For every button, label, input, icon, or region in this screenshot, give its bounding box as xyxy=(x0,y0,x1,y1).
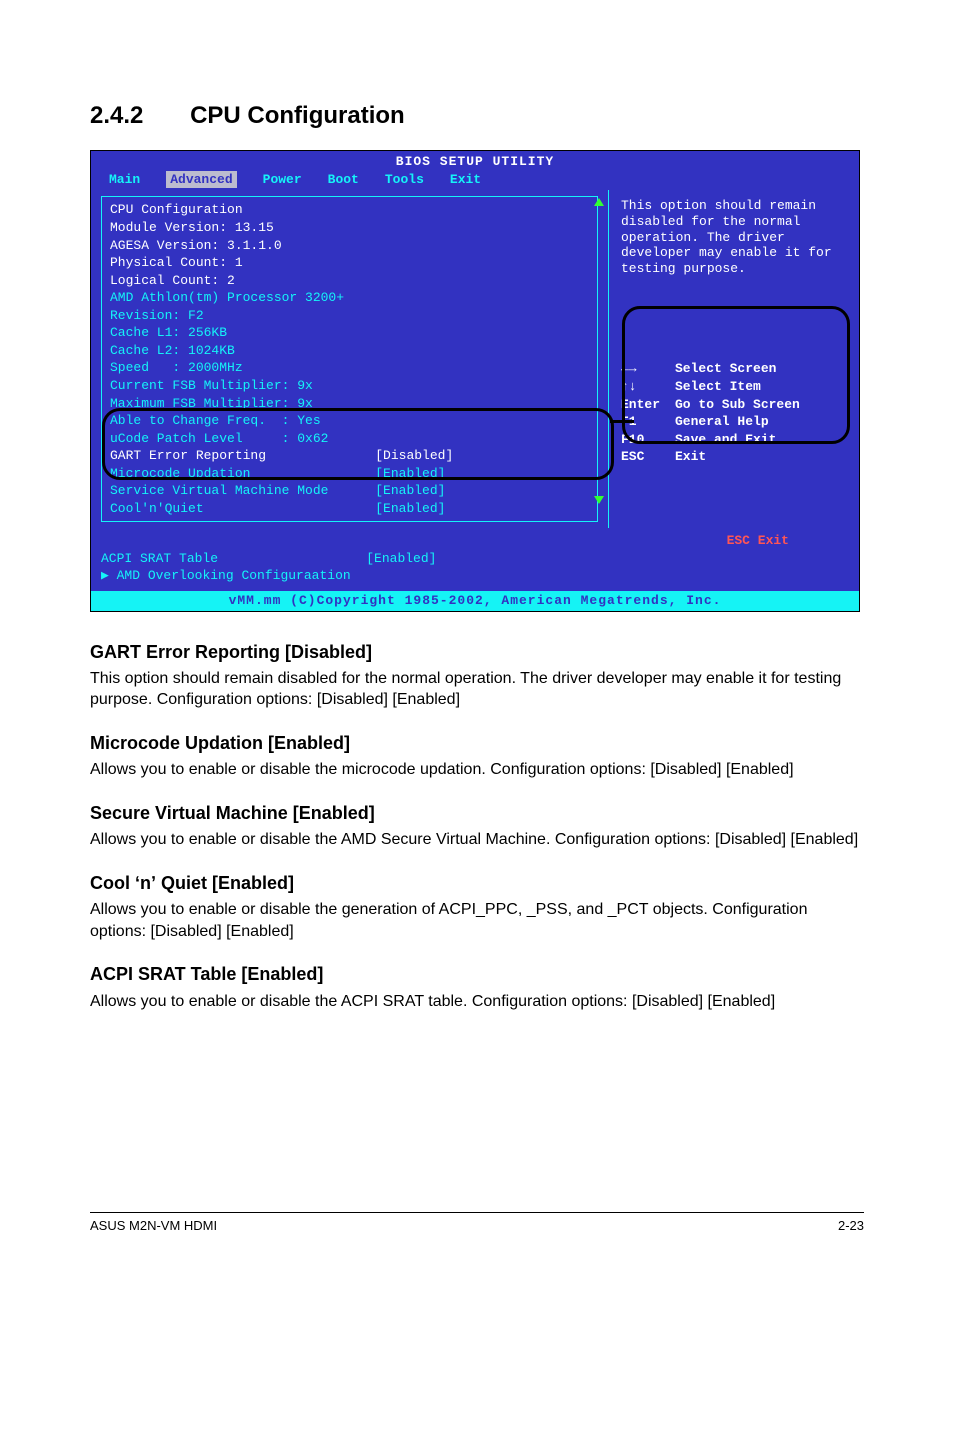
bios-scrollbar xyxy=(594,198,604,504)
subsection-body: Allows you to enable or disable the ACPI… xyxy=(90,991,864,1013)
bios-menu-bar: Main Advanced Power Boot Tools Exit xyxy=(91,171,859,191)
bios-info-line: Revision: F2 xyxy=(110,307,589,325)
bios-info-line: Current FSB Multiplier: 9x xyxy=(110,377,589,395)
bios-menu-item: Exit xyxy=(450,171,481,189)
bios-title: BIOS SETUP UTILITY xyxy=(91,151,859,171)
bios-menu-item: Advanced xyxy=(166,171,236,189)
page-footer: ASUS M2N-VM HDMI 2-23 xyxy=(90,1212,864,1235)
bios-menu-item: Power xyxy=(263,171,302,189)
subsection-body: Allows you to enable or disable the AMD … xyxy=(90,829,864,851)
subsection-body: Allows you to enable or disable the gene… xyxy=(90,899,864,942)
bios-setting-line: Service Virtual Machine Mode [Enabled] xyxy=(110,482,589,500)
bios-info-line: Module Version: 13.15 xyxy=(110,219,589,237)
bios-info-line: Cache L1: 256KB xyxy=(110,324,589,342)
bios-key-line: F10Save and Exit xyxy=(621,431,847,449)
subsection-heading: ACPI SRAT Table [Enabled] xyxy=(90,962,864,986)
bios-setting-line: Microcode Updation [Enabled] xyxy=(110,465,589,483)
bios-key-line: ←→Select Screen xyxy=(621,360,847,378)
bios-extra-key: ESC Exit xyxy=(101,532,849,550)
bios-info-line: Physical Count: 1 xyxy=(110,254,589,272)
subsection-body: This option should remain disabled for t… xyxy=(90,668,864,711)
subsection-body: Allows you to enable or disable the micr… xyxy=(90,759,864,781)
scroll-down-icon xyxy=(594,496,604,504)
bios-key-line: ↑↓Select Item xyxy=(621,378,847,396)
subsection-heading: Secure Virtual Machine [Enabled] xyxy=(90,801,864,825)
subsection-heading: Cool ʻnʼ Quiet [Enabled] xyxy=(90,871,864,895)
bios-menu-item: Tools xyxy=(385,171,424,189)
bios-info-line: Cache L2: 1024KB xyxy=(110,342,589,360)
subsection-heading: Microcode Updation [Enabled] xyxy=(90,731,864,755)
bios-info-line: Logical Count: 2 xyxy=(110,272,589,290)
bios-info-line: AGESA Version: 3.1.1.0 xyxy=(110,237,589,255)
scroll-up-icon xyxy=(594,198,604,206)
bios-copyright: vMM.mm (C)Copyright 1985-2002, American … xyxy=(91,591,859,611)
bios-info-line: Speed : 2000MHz xyxy=(110,359,589,377)
bios-menu-item: Boot xyxy=(328,171,359,189)
bios-key-line: F1General Help xyxy=(621,413,847,431)
bios-extra-pane: ESC Exit ACPI SRAT Table [Enabled]▶ AMD … xyxy=(91,528,859,591)
bios-screenshot: BIOS SETUP UTILITY Main Advanced Power Boot… xyxy=(90,150,860,611)
bios-setting-line: GART Error Reporting [Disabled] xyxy=(110,447,589,465)
section-number: 2.4.2 xyxy=(90,100,143,132)
subsection-heading: GART Error Reporting [Disabled] xyxy=(90,640,864,664)
bios-info-line: CPU Configuration xyxy=(110,201,589,219)
section-heading: 2.4.2 CPU Configuration xyxy=(90,100,864,132)
footer-left: ASUS M2N-VM HDMI xyxy=(90,1217,217,1235)
bios-info-line: uCode Patch Level : 0x62 xyxy=(110,430,589,448)
bios-help-pane: This option should remain disabled for t… xyxy=(609,190,859,528)
bios-key-line: EnterGo to Sub Screen xyxy=(621,396,847,414)
section-title-text: CPU Configuration xyxy=(190,102,405,129)
callout-connector xyxy=(610,420,634,423)
footer-right: 2-23 xyxy=(838,1217,864,1235)
bios-help-text: This option should remain disabled for t… xyxy=(621,198,847,276)
bios-left-pane: CPU ConfigurationModule Version: 13.15AG… xyxy=(91,190,609,528)
bios-menu-item: Main xyxy=(109,171,140,189)
bios-extra-line: ▶ AMD Overlooking Configuraation xyxy=(101,567,849,585)
bios-extra-line: ACPI SRAT Table [Enabled] xyxy=(101,550,849,568)
bios-info-line: Maximum FSB Multiplier: 9x xyxy=(110,395,589,413)
bios-setting-line: Cool'n'Quiet [Enabled] xyxy=(110,500,589,518)
bios-key-line: ESCExit xyxy=(621,448,847,466)
bios-info-line: Able to Change Freq. : Yes xyxy=(110,412,589,430)
bios-info-line: AMD Athlon(tm) Processor 3200+ xyxy=(110,289,589,307)
